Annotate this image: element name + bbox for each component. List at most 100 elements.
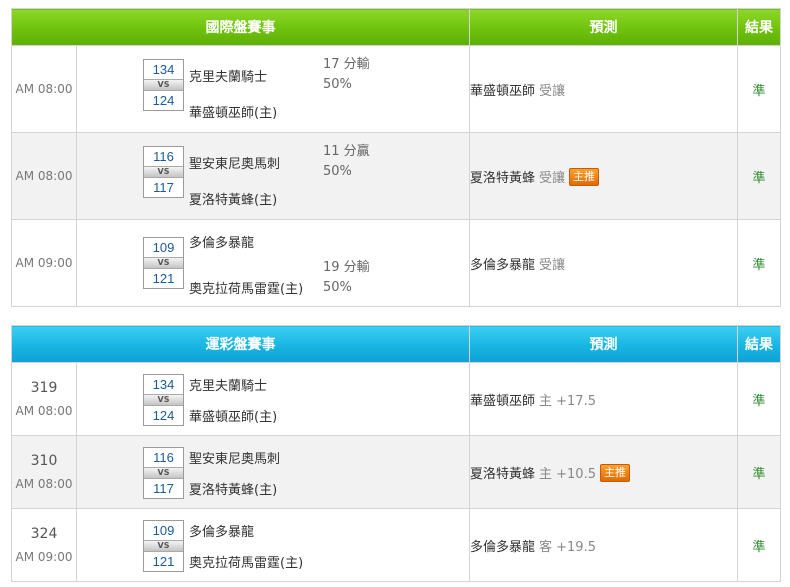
- featured-pick-badge: 主推: [569, 167, 600, 186]
- result-badge: 準: [737, 435, 781, 509]
- pick-label: 主 +17.5: [539, 393, 596, 409]
- match-time-cell: 324 AM 09:00: [11, 508, 77, 582]
- match-time: AM 08:00: [15, 404, 73, 418]
- result-badge: 準: [737, 45, 781, 133]
- header-match: 國際盤賽事: [11, 8, 470, 46]
- game-number: 319: [30, 380, 58, 396]
- table-row: AM 08:00 134 VS 124 克里夫蘭騎士 華盛頓巫師(主) 17 分…: [11, 45, 781, 133]
- away-team: 聖安東尼奧馬刺: [189, 452, 281, 467]
- score-box: 134 VS 124: [143, 59, 184, 111]
- pick-label: 主 +10.5: [539, 466, 596, 482]
- home-score: 121: [152, 271, 175, 286]
- pick-label: 受讓: [539, 257, 566, 273]
- home-score: 124: [152, 93, 175, 108]
- header-match: 運彩盤賽事: [11, 325, 470, 363]
- result-badge: 準: [737, 508, 781, 582]
- home-score: 124: [152, 408, 175, 423]
- header-result: 結果: [737, 325, 781, 363]
- pick-team: 夏洛特黃蜂: [470, 170, 536, 186]
- pick-team: 多倫多暴龍: [470, 257, 536, 273]
- international-odds-table: 國際盤賽事 預測 結果 AM 08:00 134 VS 124 克里夫蘭騎士 華…: [11, 8, 781, 307]
- match-time: AM 08:00: [11, 132, 77, 220]
- vs-label: VS: [144, 257, 183, 269]
- score-box: 116 VS 117: [143, 146, 184, 198]
- prediction: 多倫多暴龍 受讓: [469, 219, 738, 307]
- matchup: 116 VS 117 聖安東尼奧馬刺 夏洛特黃蜂(主) 11 分贏 50%: [76, 132, 470, 220]
- match-time-cell: 310 AM 08:00: [11, 435, 77, 509]
- spread-percent: 50%: [323, 164, 352, 179]
- pick-label: 受讓: [539, 83, 566, 99]
- home-team: 夏洛特黃蜂(主): [189, 193, 278, 208]
- spread-percent: 50%: [323, 77, 352, 92]
- header-prediction: 預測: [469, 8, 738, 46]
- table-row: AM 09:00 109 VS 121 多倫多暴龍 奧克拉荷馬雷霆(主) 19 …: [11, 219, 781, 307]
- prediction: 華盛頓巫師主 +17.5: [469, 362, 738, 436]
- vs-label: VS: [144, 394, 183, 406]
- pick-label: 受讓: [539, 170, 566, 186]
- away-team: 聖安東尼奧馬刺: [189, 157, 281, 172]
- header-result: 結果: [737, 8, 781, 46]
- vs-label: VS: [144, 540, 183, 552]
- header-prediction: 預測: [469, 325, 738, 363]
- away-team: 多倫多暴龍: [189, 236, 255, 251]
- table-row: 319 AM 08:00 134 VS 124 克里夫蘭騎士 華盛頓巫師(主) …: [11, 362, 781, 436]
- game-number: 324: [30, 526, 58, 542]
- table-row: 310 AM 08:00 116 VS 117 聖安東尼奧馬刺 夏洛特黃蜂(主)…: [11, 435, 781, 509]
- match-time: AM 08:00: [11, 45, 77, 133]
- away-score: 109: [152, 523, 175, 538]
- spread-result: 11 分贏 50%: [323, 142, 370, 182]
- prediction: 多倫多暴龍客 +19.5: [469, 508, 738, 582]
- home-team: 華盛頓巫師(主): [189, 106, 278, 121]
- result-badge: 準: [737, 362, 781, 436]
- table-row: AM 08:00 116 VS 117 聖安東尼奧馬刺 夏洛特黃蜂(主) 11 …: [11, 132, 781, 220]
- prediction: 華盛頓巫師 受讓: [469, 45, 738, 133]
- spread-points: 11 分贏: [323, 144, 370, 159]
- home-score: 117: [153, 180, 174, 195]
- spread-points: 17 分輸: [323, 57, 370, 72]
- matchup: 109 VS 121 多倫多暴龍 奧克拉荷馬雷霆(主) 19 分輸 50%: [76, 219, 470, 307]
- match-time: AM 09:00: [15, 550, 73, 564]
- away-team: 多倫多暴龍: [189, 525, 255, 540]
- spread-percent: 50%: [323, 280, 352, 295]
- match-time-cell: 319 AM 08:00: [11, 362, 77, 436]
- vs-label: VS: [144, 467, 183, 479]
- lottery-odds-table: 運彩盤賽事 預測 結果 319 AM 08:00 134 VS 124 克里夫蘭…: [11, 325, 781, 582]
- matchup: 134 VS 124 克里夫蘭騎士 華盛頓巫師(主): [76, 362, 470, 436]
- result-badge: 準: [737, 219, 781, 307]
- away-score: 116: [153, 149, 174, 164]
- home-team: 夏洛特黃蜂(主): [189, 483, 278, 498]
- home-score: 121: [152, 554, 175, 569]
- pick-team: 華盛頓巫師: [470, 393, 536, 409]
- home-team: 奧克拉荷馬雷霆(主): [189, 282, 304, 297]
- pick-team: 夏洛特黃蜂: [470, 466, 536, 482]
- pick-label: 客 +19.5: [539, 539, 596, 555]
- away-team: 克里夫蘭騎士: [189, 379, 268, 394]
- matchup: 116 VS 117 聖安東尼奧馬刺 夏洛特黃蜂(主): [76, 435, 470, 509]
- match-time: AM 09:00: [11, 219, 77, 307]
- score-box: 109 VS 121: [143, 520, 184, 572]
- spread-result: 19 分輸 50%: [323, 258, 370, 298]
- prediction: 夏洛特黃蜂 受讓 主推: [469, 132, 738, 220]
- table-row: 324 AM 09:00 109 VS 121 多倫多暴龍 奧克拉荷馬雷霆(主)…: [11, 508, 781, 582]
- match-time: AM 08:00: [15, 477, 73, 491]
- home-team: 奧克拉荷馬雷霆(主): [189, 556, 304, 571]
- spread-points: 19 分輸: [323, 260, 370, 275]
- spread-result: 17 分輸 50%: [323, 55, 370, 95]
- featured-pick-badge: 主推: [600, 463, 630, 482]
- score-box: 116 VS 117: [143, 447, 184, 499]
- home-score: 117: [153, 481, 174, 496]
- score-box: 109 VS 121: [143, 237, 184, 289]
- matchup: 134 VS 124 克里夫蘭騎士 華盛頓巫師(主) 17 分輸 50%: [76, 45, 470, 133]
- game-number: 310: [30, 453, 58, 469]
- prediction: 夏洛特黃蜂主 +10.5 主推: [469, 435, 738, 509]
- result-badge: 準: [737, 132, 781, 220]
- vs-label: VS: [144, 79, 183, 91]
- score-box: 134 VS 124: [143, 374, 184, 426]
- table-header: 國際盤賽事 預測 結果: [11, 8, 781, 46]
- table-header: 運彩盤賽事 預測 結果: [11, 325, 781, 363]
- vs-label: VS: [144, 166, 183, 178]
- away-score: 109: [152, 240, 175, 255]
- pick-team: 華盛頓巫師: [470, 83, 536, 99]
- away-team: 克里夫蘭騎士: [189, 70, 268, 85]
- away-score: 134: [152, 377, 175, 392]
